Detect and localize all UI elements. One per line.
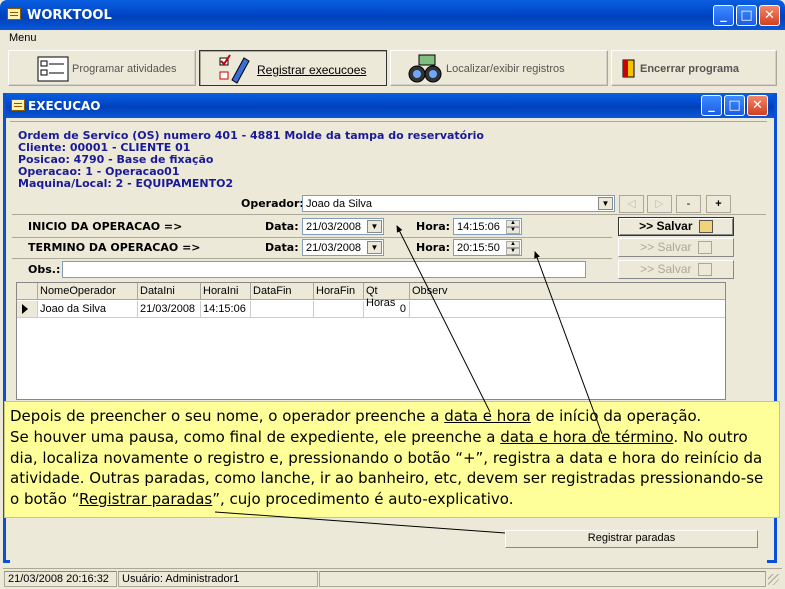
inicio-data-field[interactable]: 21/03/2008 ▼ [302, 218, 384, 235]
statusbar: 21/03/2008 20:16:32 Usuário: Administrad… [3, 568, 782, 588]
obs-label: Obs.: [28, 263, 61, 276]
localizar-registros-button[interactable]: Localizar/exibir registros [390, 50, 608, 86]
status-user: Usuário: Administrador1 [118, 571, 318, 587]
inicio-label: INICIO DA OPERACAO => [28, 220, 183, 233]
inner-maximize-button[interactable]: □ [724, 95, 745, 116]
salvar-inicio-button[interactable]: >> Salvar [618, 217, 734, 236]
window-title: WORKTOOL [27, 8, 112, 23]
save-icon [697, 241, 712, 255]
execucao-titlebar: EXECUCAO _ □ ✕ [6, 93, 774, 118]
status-empty [319, 571, 766, 587]
programar-atividades-button[interactable]: Programar atividades [8, 50, 196, 86]
table-cell[interactable] [314, 301, 364, 318]
salvar-termino-button[interactable]: >> Salvar [618, 238, 734, 257]
inner-close-button[interactable]: ✕ [747, 95, 768, 116]
registrar-paradas-button[interactable]: Registrar paradas [505, 530, 758, 548]
inner-minimize-button[interactable]: _ [701, 95, 722, 116]
termino-hora-label: Hora: [416, 241, 451, 254]
remove-record-button[interactable]: - [676, 195, 701, 213]
exit-door-icon [622, 59, 635, 78]
save-icon [697, 263, 712, 277]
spinner-icon[interactable]: ▲ ▼ [506, 241, 520, 255]
termino-hora-field[interactable]: 20:15:50 ▲ ▼ [453, 239, 522, 256]
termino-label: TERMINO DA OPERACAO => [28, 241, 201, 254]
row-selector[interactable] [17, 301, 38, 318]
grid-corner [17, 283, 38, 300]
chevron-down-icon[interactable]: ▼ [367, 220, 382, 233]
divider [12, 237, 612, 238]
binoculars-icon [408, 54, 442, 83]
menu-item[interactable]: Menu [9, 32, 37, 44]
spinner-icon[interactable]: ▲ ▼ [506, 220, 520, 234]
close-button[interactable]: ✕ [759, 5, 780, 26]
col-header[interactable]: DataFin [251, 283, 314, 300]
chevron-down-icon[interactable]: ▼ [598, 197, 613, 210]
obs-input[interactable] [62, 261, 586, 278]
termino-data-label: Data: [265, 241, 299, 254]
add-record-button[interactable]: + [706, 195, 731, 213]
col-header[interactable]: NomeOperador [38, 283, 138, 300]
prev-record-button[interactable]: ◁ [619, 195, 644, 213]
checklist-icon [219, 54, 250, 84]
next-record-button[interactable]: ▷ [647, 195, 672, 213]
app-icon [7, 8, 21, 20]
encerrar-programa-button[interactable]: Encerrar programa [611, 50, 777, 86]
menubar: Menu [3, 30, 782, 48]
info-maquina: Maquina/Local: 2 - EQUIPAMENTO2 [18, 177, 234, 190]
execucoes-grid: NomeOperador DataIni HoraIni DataFin Hor… [16, 282, 726, 400]
termino-data-field[interactable]: 21/03/2008 ▼ [302, 239, 384, 256]
instruction-note: Depois de preencher o seu nome, o operad… [4, 401, 780, 518]
col-header[interactable]: Observ [410, 283, 725, 300]
maximize-button[interactable]: □ [736, 5, 757, 26]
col-header[interactable]: HoraFin [314, 283, 364, 300]
schedule-icon [37, 56, 69, 82]
minimize-button[interactable]: _ [713, 5, 734, 26]
row-pointer-icon [22, 304, 28, 314]
window-titlebar: WORKTOOL _ □ ✕ [0, 0, 785, 30]
table-cell[interactable]: 21/03/2008 [138, 301, 201, 318]
registrar-execucoes-button[interactable]: Registrar execucoes [199, 50, 387, 86]
chevron-down-icon[interactable]: ▼ [367, 241, 382, 254]
divider [12, 214, 766, 215]
inicio-data-label: Data: [265, 220, 299, 233]
window-icon [11, 99, 25, 111]
operador-combo[interactable]: Joao da Silva ▼ [302, 195, 615, 212]
inicio-hora-field[interactable]: 14:15:06 ▲ ▼ [453, 218, 522, 235]
col-header[interactable]: Qt Horas [364, 283, 410, 309]
table-cell[interactable]: 0 [364, 301, 410, 318]
salvar-obs-button[interactable]: >> Salvar [618, 260, 734, 279]
table-cell[interactable]: 14:15:06 [201, 301, 251, 318]
table-cell[interactable] [251, 301, 314, 318]
col-header[interactable]: DataIni [138, 283, 201, 300]
toolbar: Programar atividades Registrar execucoes… [3, 48, 782, 90]
resize-grip-icon[interactable] [768, 574, 779, 585]
save-icon [698, 220, 713, 234]
table-cell[interactable]: Joao da Silva [38, 301, 138, 318]
col-header[interactable]: HoraIni [201, 283, 251, 300]
status-datetime: 21/03/2008 20:16:32 [4, 571, 117, 587]
inicio-hora-label: Hora: [416, 220, 451, 233]
table-cell[interactable] [410, 301, 725, 318]
operador-label: Operador: [241, 197, 304, 210]
divider [12, 258, 612, 259]
